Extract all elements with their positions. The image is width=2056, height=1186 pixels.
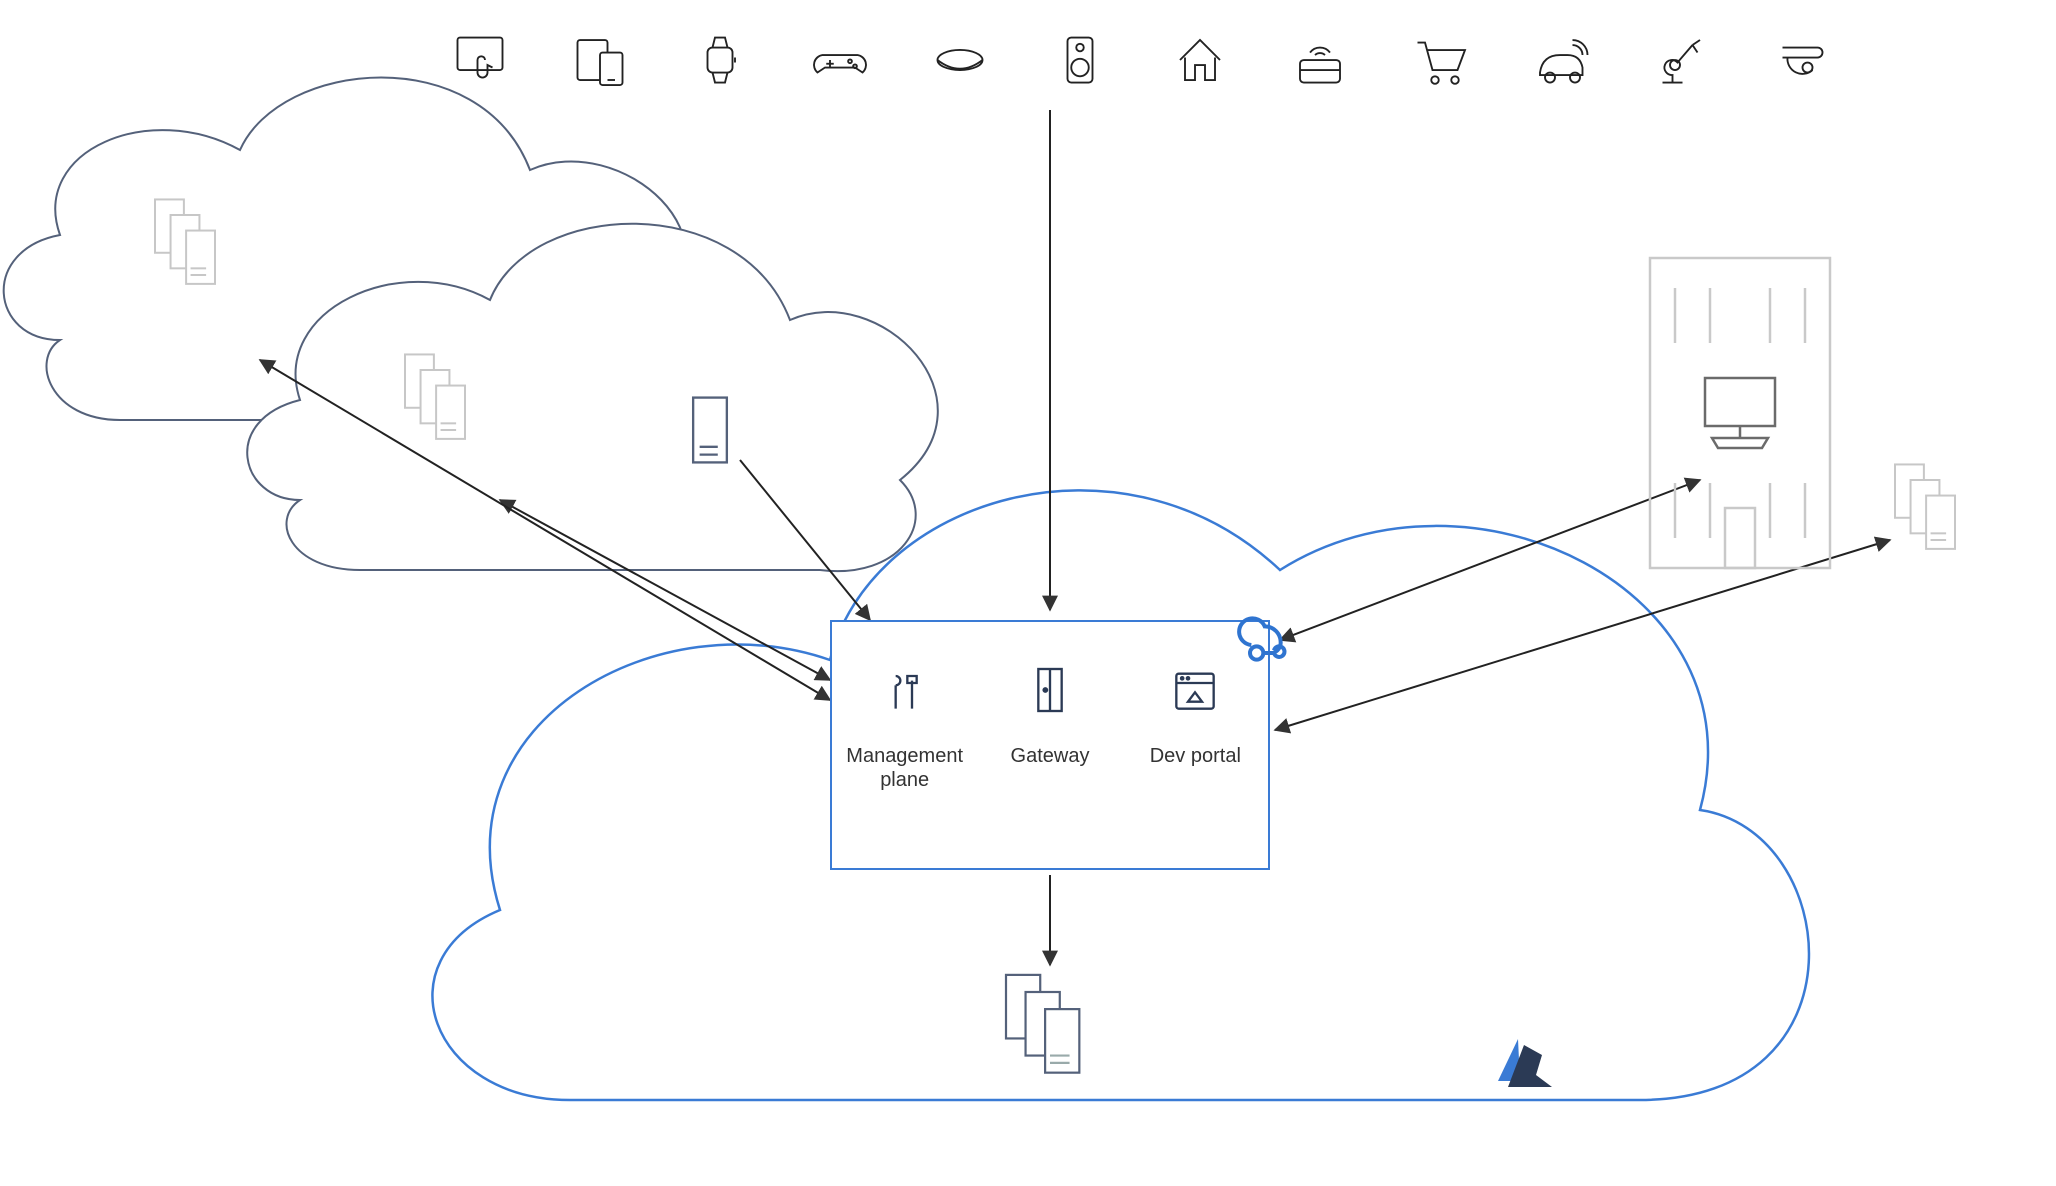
dev-portal: Dev portal [1135, 662, 1255, 768]
management-plane: Management plane [845, 662, 965, 792]
security-camera-icon [1770, 30, 1830, 96]
gateway-label: Gateway [990, 744, 1110, 768]
api-management-icon [1230, 605, 1294, 675]
connected-car-icon [1530, 30, 1590, 96]
smart-home-icon [1170, 30, 1230, 96]
cloud-single-server-icon [690, 395, 730, 471]
touch-kiosk-icon [450, 30, 510, 96]
game-controller-icon [810, 30, 870, 96]
cloud-back-servers-icon [150, 195, 240, 301]
shopping-cart-icon [1410, 30, 1470, 96]
gateway: Gateway [990, 662, 1110, 768]
on-premises-building-icon [1640, 248, 1840, 584]
azure-logo-icon [1490, 1035, 1560, 1101]
azure-backend-servers-icon [1000, 970, 1100, 1086]
management-plane-label: Management plane [845, 744, 965, 792]
robot-arm-icon [1650, 30, 1710, 96]
api-management-box: Management plane Gateway Dev portal [830, 620, 1270, 870]
dev-portal-label: Dev portal [1135, 744, 1255, 768]
external-servers-icon [1890, 460, 1980, 566]
client-devices-row [450, 30, 1830, 96]
other-cloud-back [4, 78, 686, 421]
mobile-devices-icon [570, 30, 630, 96]
other-cloud-front [247, 224, 938, 571]
smart-speaker-icon [1050, 30, 1110, 96]
vr-headset-icon [930, 30, 990, 96]
cloud-front-servers-icon [400, 350, 490, 456]
smartwatch-icon [690, 30, 750, 96]
diagram-canvas: Management plane Gateway Dev portal [0, 0, 2056, 1186]
card-reader-icon [1290, 30, 1350, 96]
